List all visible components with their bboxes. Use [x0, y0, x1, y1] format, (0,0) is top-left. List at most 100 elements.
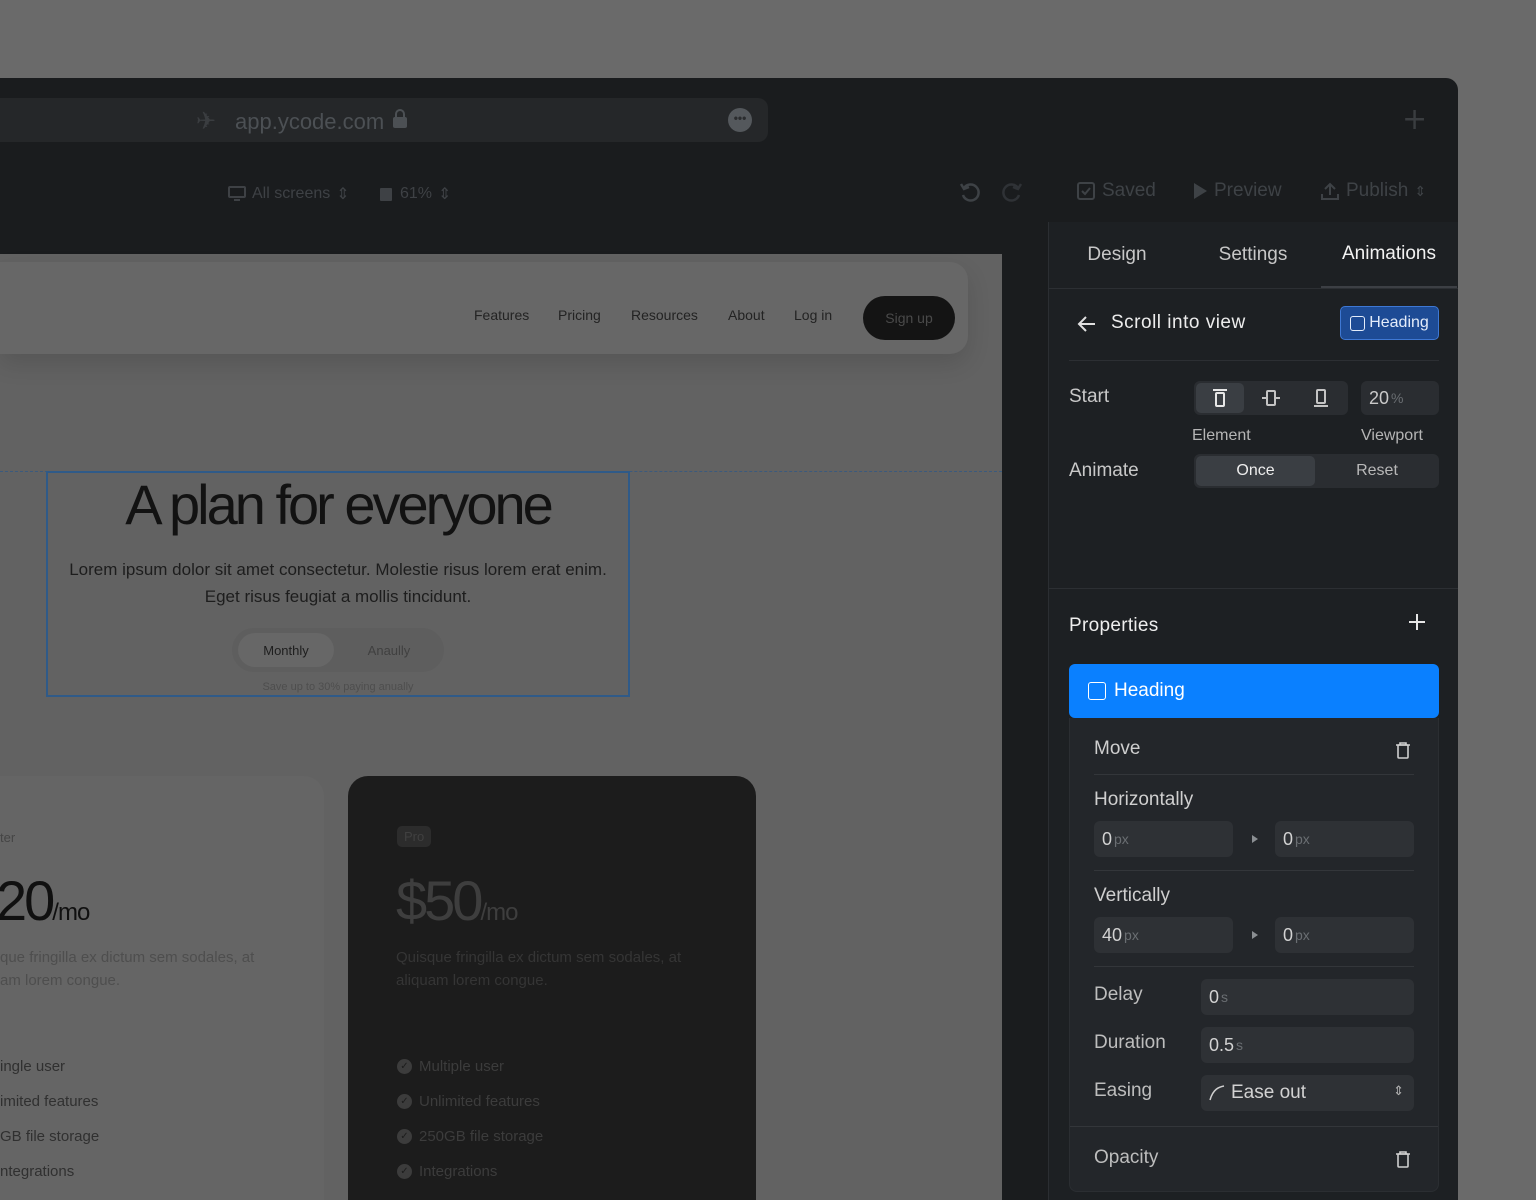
trigger-title: Scroll into view [1111, 312, 1246, 333]
viewport-offset-input[interactable]: 20% [1361, 381, 1439, 415]
tab-animations[interactable]: Animations [1321, 222, 1457, 288]
saved-icon [1077, 182, 1095, 200]
app-window: ✈ app.ycode.com ••• + All screens ⇕ 61% … [0, 78, 1458, 1200]
square-icon [1088, 682, 1106, 700]
px-unit: px [1295, 831, 1310, 847]
check-icon: ✓ [397, 1094, 412, 1109]
tab-settings[interactable]: Settings [1185, 222, 1321, 288]
viewport-value: 20 [1369, 387, 1390, 408]
delay-label: Delay [1094, 984, 1143, 1005]
arrow-right-icon [1252, 835, 1258, 843]
plan-desc-line-2: am lorem congue. [0, 972, 121, 989]
divider [1094, 966, 1414, 967]
properties-title: Properties [1069, 615, 1159, 636]
check-icon: ✓ [397, 1129, 412, 1144]
horizontally-label: Horizontally [1094, 789, 1194, 810]
play-icon [1194, 183, 1207, 199]
more-icon[interactable]: ••• [728, 108, 752, 132]
element-position-group [1194, 381, 1348, 415]
url-bar[interactable]: ✈ app.ycode.com ••• [0, 98, 768, 142]
publish-button[interactable]: Publish ⇕ [1320, 180, 1426, 202]
opacity-label: Opacity [1094, 1147, 1159, 1168]
animate-once-option[interactable]: Once [1196, 456, 1315, 486]
duration-value: 0.5 [1209, 1034, 1235, 1055]
arrow-right-icon [1252, 931, 1258, 939]
feature-item: imited features [0, 1093, 99, 1110]
nav-link-pricing[interactable]: Pricing [558, 307, 601, 323]
hero-description: Lorem ipsum dolor sit amet consectetur. … [48, 556, 628, 610]
tab-design[interactable]: Design [1049, 222, 1185, 288]
signup-button[interactable]: Sign up [863, 296, 955, 340]
ycode-logo-icon: ✈ [196, 107, 217, 135]
align-top-icon [1213, 389, 1227, 407]
vertical-from-input[interactable]: 40 px [1094, 917, 1233, 953]
toggle-monthly[interactable]: Monthly [238, 633, 334, 667]
hero-heading[interactable]: A plan for everyone [48, 472, 628, 537]
feature-item: ingle user [0, 1058, 66, 1075]
trash-icon[interactable] [1395, 741, 1411, 759]
nav-link-about[interactable]: About [728, 307, 765, 323]
feature-item: GB file storage [0, 1128, 100, 1145]
screens-selector[interactable]: All screens ⇕ [228, 184, 350, 204]
align-bottom-button[interactable] [1297, 383, 1345, 413]
plan-tag: Pro [397, 826, 432, 847]
publish-label: Publish [1346, 180, 1409, 201]
updown-icon: ⇕ [438, 186, 452, 203]
design-canvas[interactable]: Features Pricing Resources About Log in … [0, 254, 1002, 1200]
easing-select[interactable]: Ease out ⇕ [1201, 1075, 1414, 1111]
duration-input[interactable]: 0.5 s [1201, 1027, 1414, 1063]
animate-reset-option[interactable]: Reset [1317, 456, 1437, 486]
easing-value: Ease out [1231, 1082, 1306, 1103]
zoom-icon [380, 188, 392, 201]
tabs-divider [1049, 288, 1458, 289]
nav-link-login[interactable]: Log in [794, 307, 832, 323]
horizontal-to-input[interactable]: 0 px [1275, 821, 1414, 857]
toggle-annually[interactable]: Anaully [340, 633, 438, 667]
url-text: app.ycode.com [235, 109, 385, 134]
new-tab-plus-icon[interactable]: + [1402, 102, 1427, 137]
hero-desc-line-1: Lorem ipsum dolor sit amet consectetur. … [69, 560, 607, 579]
property-settings: Move Horizontally 0 px 0 px Vertically 40 p… [1069, 718, 1439, 1192]
feature-item: ✓ 250GB file storage [397, 1128, 543, 1145]
preview-button[interactable]: Preview [1192, 180, 1282, 202]
v-from-value: 40 [1102, 924, 1123, 945]
easing-label: Easing [1094, 1080, 1153, 1101]
delay-input[interactable]: 0s [1201, 979, 1414, 1015]
animate-mode-segmented: Once Reset [1194, 454, 1439, 488]
nav-link-features[interactable]: Features [474, 307, 529, 323]
feature-item: ✓ Multiple user [397, 1058, 504, 1075]
delay-value: 0 [1209, 986, 1220, 1007]
divider [1069, 360, 1439, 361]
updown-icon: ⇕ [1393, 1083, 1404, 1098]
px-unit: px [1114, 831, 1129, 847]
move-label: Move [1094, 738, 1141, 759]
check-icon: ✓ [397, 1164, 412, 1179]
align-top-button[interactable] [1196, 383, 1244, 413]
screens-label: All screens [252, 185, 331, 202]
target-element-tag[interactable]: Heading [1340, 306, 1439, 340]
hero-desc-line-2: Eget risus feugiat a mollis tincidunt. [204, 587, 472, 606]
undo-icon[interactable] [958, 180, 982, 204]
zoom-selector[interactable]: 61% ⇕ [378, 184, 451, 204]
px-unit: px [1295, 927, 1310, 943]
inspector-panel: Design Settings Animations Scroll into v… [1048, 222, 1458, 1200]
plan-desc-line-1: que fringilla ex dictum sem sodales, at [0, 949, 255, 966]
property-target-heading[interactable]: Heading [1069, 664, 1439, 718]
nav-link-resources[interactable]: Resources [631, 307, 698, 323]
duration-label: Duration [1094, 1032, 1166, 1053]
pricing-card-pro: Pro $50/mo Quisque fringilla ex dictum s… [348, 776, 756, 1200]
saved-label: Saved [1102, 180, 1156, 201]
plus-icon[interactable] [1405, 610, 1429, 634]
vertical-to-input[interactable]: 0 px [1275, 917, 1414, 953]
horizontal-from-input[interactable]: 0 px [1094, 821, 1233, 857]
h-from-value: 0 [1102, 828, 1113, 849]
redo-icon[interactable] [1000, 180, 1024, 204]
animate-label: Animate [1069, 460, 1139, 481]
v-to-value: 0 [1283, 924, 1294, 945]
updown-icon: ⇕ [1414, 182, 1427, 199]
trash-icon[interactable] [1395, 1150, 1411, 1168]
s-unit: s [1236, 1037, 1244, 1053]
arrow-left-icon[interactable] [1075, 312, 1099, 336]
align-center-button[interactable] [1247, 383, 1295, 413]
preview-label: Preview [1214, 180, 1282, 201]
